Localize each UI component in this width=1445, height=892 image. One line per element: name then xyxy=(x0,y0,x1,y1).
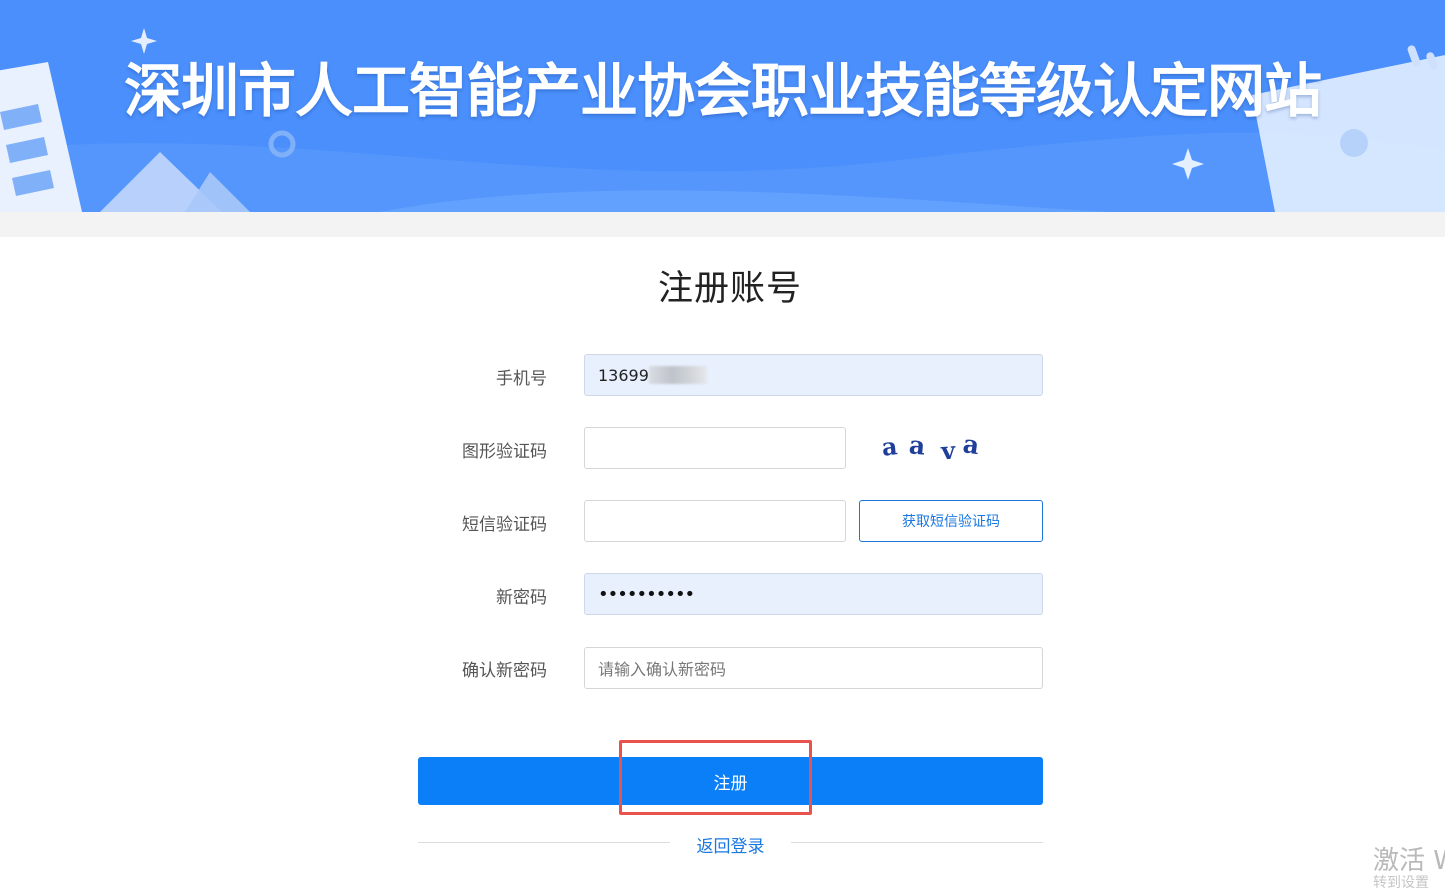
confirm-password-input[interactable]: 请输入确认新密码 xyxy=(584,647,1043,689)
header-separator xyxy=(0,212,1445,237)
confirm-password-label: 确认新密码 xyxy=(462,661,547,681)
svg-text:a: a xyxy=(880,431,899,461)
phone-label: 手机号 xyxy=(496,369,547,389)
password-mask: •••••••••• xyxy=(598,583,695,605)
sms-code-input[interactable] xyxy=(584,500,846,542)
divider-left xyxy=(418,842,670,843)
header-banner: 深圳市人工智能产业协会职业技能等级认定网站 xyxy=(0,0,1445,212)
page-title: 注册账号 xyxy=(657,269,802,309)
redacted-digits xyxy=(648,366,707,384)
annotation-highlight-box xyxy=(619,740,812,815)
svg-text:a: a xyxy=(961,429,981,460)
phone-input[interactable]: 13699 xyxy=(584,354,1043,396)
divider-right xyxy=(791,842,1043,843)
captcha-label: 图形验证码 xyxy=(462,442,547,462)
new-password-label: 新密码 xyxy=(496,588,547,608)
new-password-input[interactable]: •••••••••• xyxy=(584,573,1043,615)
svg-text:v: v xyxy=(939,435,957,465)
captcha-image[interactable]: a a v a xyxy=(878,427,993,467)
os-activation-watermark-sub: 转到设置 xyxy=(1373,875,1429,891)
sms-code-label: 短信验证码 xyxy=(462,515,547,535)
confirm-password-placeholder: 请输入确认新密码 xyxy=(598,660,727,679)
captcha-input[interactable] xyxy=(584,427,846,469)
svg-text:a: a xyxy=(908,430,927,460)
back-to-login-link[interactable]: 返回登录 xyxy=(670,832,791,857)
get-sms-code-button[interactable]: 获取短信验证码 xyxy=(859,500,1043,542)
phone-value: 13699 xyxy=(598,365,649,385)
site-title: 深圳市人工智能产业协会职业技能等级认定网站 xyxy=(123,57,1322,125)
